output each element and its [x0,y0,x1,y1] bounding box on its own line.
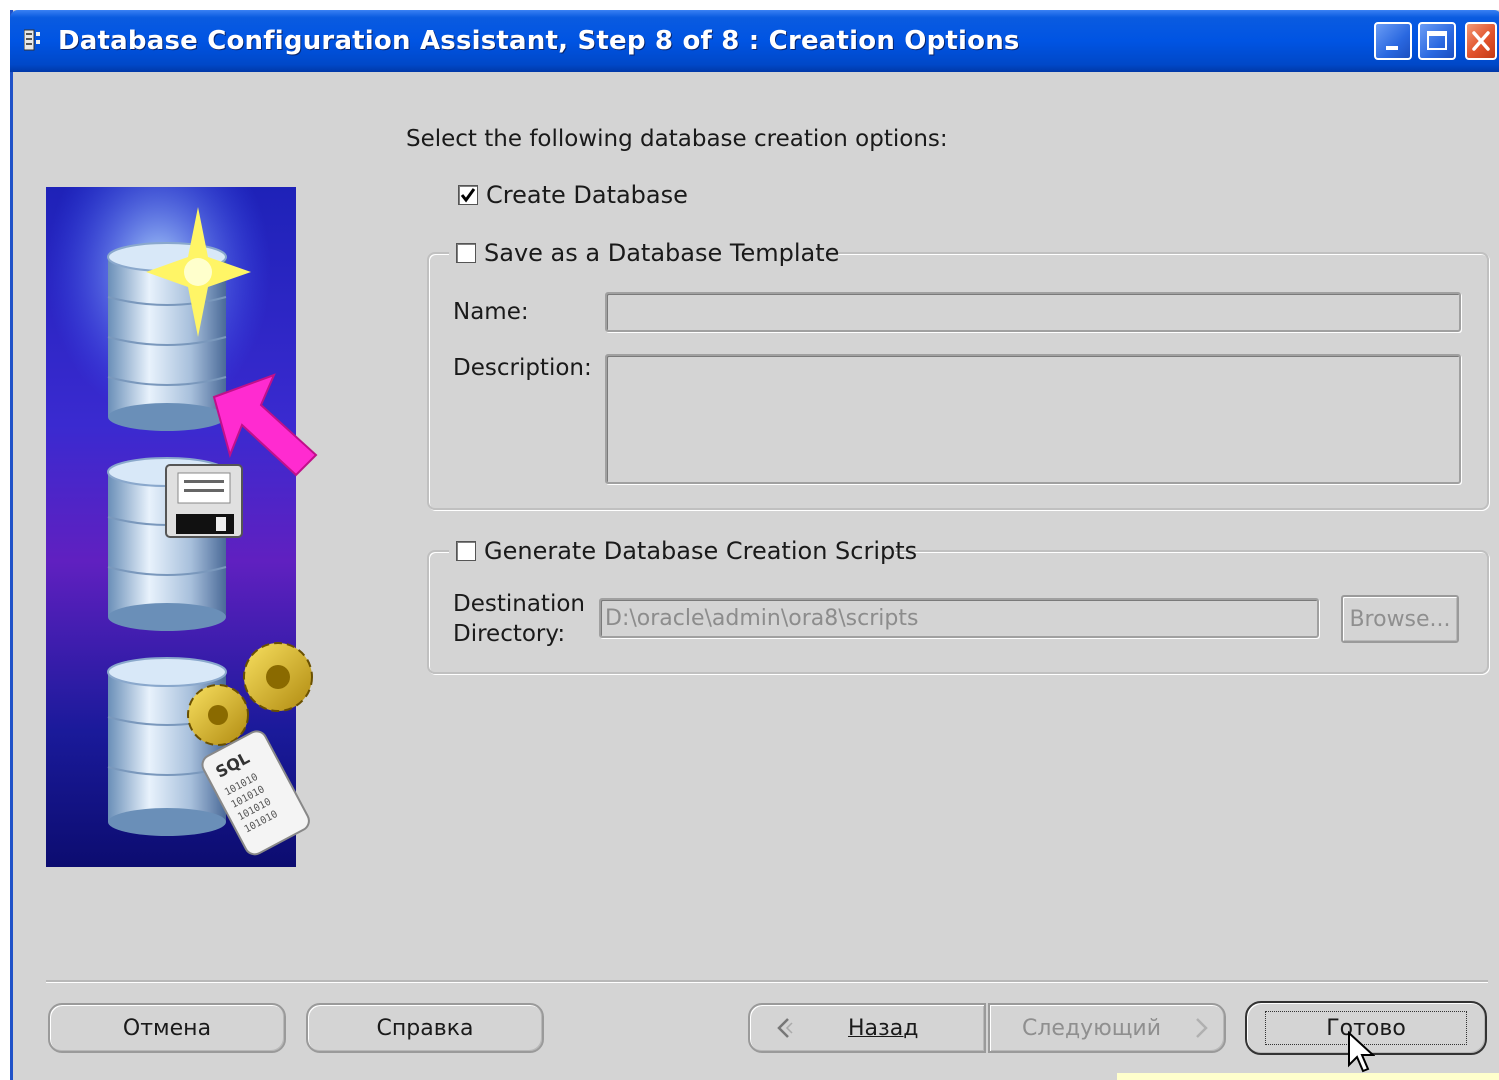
browse-button[interactable]: Browse... [1341,595,1459,643]
maximize-icon [1427,31,1447,50]
wizard-banner-image: SQL 101010 101010 101010 101010 [46,187,318,867]
next-label: Следующий [1022,1015,1162,1041]
template-description-label: Description: [453,355,592,381]
checkmark-icon [460,188,476,203]
help-label: Справка [376,1015,474,1041]
template-description-textarea[interactable] [605,354,1461,484]
database-cylinder-scripts-icon [107,657,227,836]
next-button[interactable]: Следующий [988,1003,1226,1053]
cancel-label: Отмена [122,1015,212,1041]
generate-scripts-checkbox-row[interactable]: Generate Database Creation Scripts [456,537,917,565]
help-button[interactable]: Справка [306,1003,544,1053]
minimize-button[interactable] [1374,22,1412,60]
title-bar[interactable]: Database Configuration Assistant, Step 8… [10,10,1499,72]
create-database-checkbox-row[interactable]: Create Database [458,181,688,209]
chevron-right-icon [1196,1018,1208,1038]
maximize-button[interactable] [1418,22,1456,60]
save-template-checkbox-row[interactable]: Save as a Database Template [456,239,839,267]
minimize-icon [1386,46,1398,50]
browse-label: Browse... [1349,606,1451,632]
close-button[interactable] [1465,22,1497,60]
floppy-disk-icon [165,464,243,538]
save-template-checkbox[interactable] [456,243,476,263]
template-name-label: Name: [453,299,529,325]
app-icon [24,29,40,51]
save-template-label: Save as a Database Template [484,239,840,267]
create-database-label: Create Database [486,181,688,209]
back-button[interactable]: Назад [748,1003,986,1053]
create-database-checkbox[interactable] [458,185,478,205]
close-icon [1472,31,1490,51]
destination-directory-label-line2: Directory: [453,621,566,647]
instruction-text: Select the following database creation o… [406,126,948,152]
footer-separator [46,980,1488,983]
template-name-input[interactable] [605,292,1461,332]
destination-directory-input[interactable]: D:\oracle\admin\ora8\scripts [599,598,1319,638]
window-title: Database Configuration Assistant, Step 8… [58,26,1020,56]
dialog-window: Database Configuration Assistant, Step 8… [10,10,1499,1080]
cancel-button[interactable]: Отмена [48,1003,286,1053]
back-label: Назад [848,1015,919,1041]
generate-scripts-checkbox[interactable] [456,541,476,561]
generate-scripts-label: Generate Database Creation Scripts [484,537,918,565]
tooltip-strip [1117,1073,1499,1080]
chevron-left-icon [777,1018,793,1038]
mouse-cursor-icon [1348,1031,1375,1073]
destination-directory-label-line1: Destination [453,591,585,617]
